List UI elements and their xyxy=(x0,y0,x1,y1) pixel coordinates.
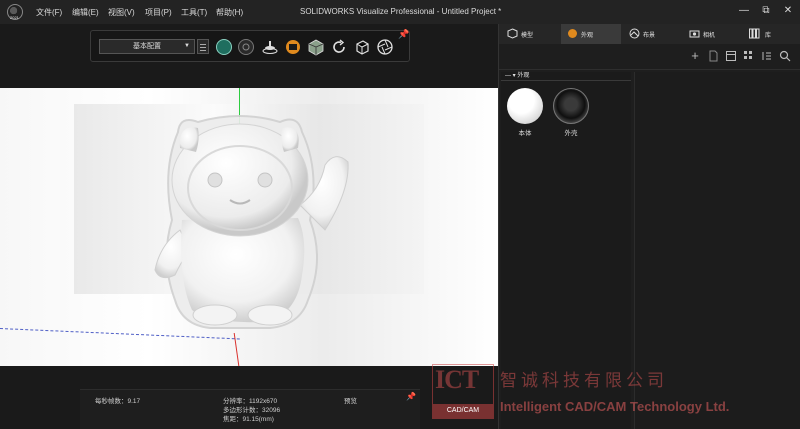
scene-sphere-icon[interactable] xyxy=(215,38,233,56)
cube-icon xyxy=(507,28,518,39)
paint-bucket-icon[interactable] xyxy=(284,38,302,56)
collapse-icon: — ▾ xyxy=(505,73,518,79)
tab-appearance[interactable]: 外观 xyxy=(561,24,621,44)
minimize-button[interactable]: — xyxy=(736,4,752,18)
file-icon[interactable] xyxy=(707,50,719,62)
menu-view[interactable]: 视图(V) xyxy=(108,7,135,18)
sun-icon[interactable] xyxy=(237,38,255,56)
tab-camera[interactable]: 相机 xyxy=(683,24,743,44)
chevron-down-icon: ▼ xyxy=(184,43,190,49)
list-icon[interactable] xyxy=(761,50,773,62)
mascot-model[interactable] xyxy=(120,110,370,335)
appearance-thumb-shell[interactable] xyxy=(553,88,589,124)
preview-label: 预览 xyxy=(344,398,357,405)
menu-edit[interactable]: 编辑(E) xyxy=(72,7,99,18)
appearance-label-shell: 外壳 xyxy=(564,130,578,137)
section-header[interactable]: — ▾ 外观 xyxy=(501,72,631,81)
preset-list-button[interactable] xyxy=(197,39,209,54)
watermark-logo: ICT CAD/CAM xyxy=(432,364,494,419)
cube-appearance-icon[interactable] xyxy=(307,38,325,56)
cube-transform-icon[interactable] xyxy=(353,38,371,56)
watermark-logo-text: ICT xyxy=(435,365,479,394)
appearance-label-body: 本体 xyxy=(518,130,532,137)
watermark-logo-sub: CAD/CAM xyxy=(433,404,493,418)
aperture-icon[interactable] xyxy=(376,38,394,56)
add-icon[interactable]: + xyxy=(689,49,701,62)
window-title: SOLIDWORKS Visualize Professional - Unti… xyxy=(300,7,502,16)
stats-bar: 每秒帧数：9.17 分辨率：1192x670 多边形计数：32096 焦距：91… xyxy=(80,389,420,429)
search-icon[interactable] xyxy=(779,50,791,62)
render-viewport[interactable]: 基本配置 ▼ 📌 xyxy=(0,24,498,429)
panel-actions: + xyxy=(499,44,800,70)
menu-help[interactable]: 帮助(H) xyxy=(216,7,243,18)
tab-scene[interactable]: 布景 xyxy=(623,24,683,44)
camera-icon xyxy=(689,30,700,38)
title-bar: 2021 文件(F) 编辑(E) 视图(V) 项目(P) 工具(T) 帮助(H)… xyxy=(0,0,800,24)
library-icon xyxy=(749,28,760,39)
panel-tabs: 模型 外观 布景 相机 库 xyxy=(499,24,800,44)
render-canvas[interactable] xyxy=(0,88,498,366)
appearance-thumb-body[interactable] xyxy=(507,88,543,124)
preset-select[interactable]: 基本配置 ▼ xyxy=(99,39,195,54)
appearance-icon xyxy=(568,29,577,38)
menu-tools[interactable]: 工具(T) xyxy=(181,7,207,18)
tab-model[interactable]: 模型 xyxy=(501,24,561,44)
refresh-icon[interactable] xyxy=(330,38,348,56)
app-logo-icon[interactable]: 2021 xyxy=(7,4,23,20)
menu-file[interactable]: 文件(F) xyxy=(36,7,62,18)
fps-readout: 每秒帧数：9.17 xyxy=(95,398,141,405)
restore-button[interactable]: ⧉ xyxy=(758,4,774,18)
focal-length-readout: 焦距：91.15(mm) xyxy=(223,416,274,423)
layout-icon[interactable] xyxy=(725,50,737,62)
menu-project[interactable]: 项目(P) xyxy=(145,7,172,18)
grid-icon[interactable] xyxy=(743,50,755,62)
scene-icon xyxy=(629,28,640,39)
watermark-company-cn: 智诚科技有限公司 xyxy=(500,371,668,391)
pin-icon[interactable]: 📌 xyxy=(398,29,409,40)
close-button[interactable]: ✕ xyxy=(780,4,796,18)
logo-text: 2021 xyxy=(10,15,19,20)
preset-select-value: 基本配置 xyxy=(133,43,161,50)
tab-library[interactable]: 库 xyxy=(741,24,800,44)
watermark-company-en: Intelligent CAD/CAM Technology Ltd. xyxy=(500,399,730,414)
turntable-icon[interactable] xyxy=(261,38,279,56)
floating-toolbar: 基本配置 ▼ 📌 xyxy=(90,29,410,62)
stats-pin-icon[interactable]: 📌 xyxy=(406,392,416,401)
